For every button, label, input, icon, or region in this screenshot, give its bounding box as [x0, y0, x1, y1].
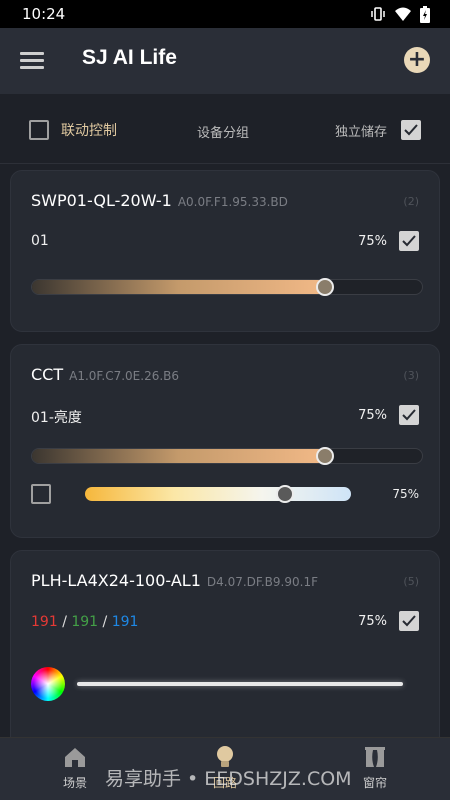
device-group-button[interactable]: 设备分组 — [197, 122, 249, 141]
home-icon — [65, 748, 85, 767]
device-title: CCT A1.0F.C7.0E.26.B6 — [31, 365, 179, 384]
device-index: (2) — [403, 195, 419, 208]
curtain-icon — [365, 747, 385, 767]
channel-percent: 75% — [358, 614, 387, 629]
channel-checkbox[interactable] — [399, 231, 419, 251]
rgb-blue-value: 191 — [111, 614, 139, 630]
rgb-red-value: 191 — [31, 614, 58, 630]
device-index: (3) — [403, 369, 419, 382]
device-title: SWP01-QL-20W-1 A0.0F.F1.95.33.BD — [31, 191, 288, 210]
device-name: PLH-LA4X24-100-AL1 — [31, 571, 201, 590]
device-title: PLH-LA4X24-100-AL1 D4.07.DF.B9.90.1F — [31, 571, 318, 590]
brightness-fill — [32, 449, 325, 463]
device-card: PLH-LA4X24-100-AL1 D4.07.DF.B9.90.1F (5) … — [10, 550, 440, 750]
device-name: SWP01-QL-20W-1 — [31, 191, 172, 210]
channel-checkbox[interactable] — [399, 611, 419, 631]
watermark-text: 易享助手 • EEDSHZJZ.COM — [105, 768, 352, 790]
options-bar: 联动控制 设备分组 独立储存 — [0, 94, 450, 164]
rgb-separator: / — [102, 614, 108, 630]
brightness-thumb[interactable] — [315, 447, 334, 465]
brightness-thumb[interactable] — [315, 278, 334, 296]
device-mac: D4.07.DF.B9.90.1F — [206, 575, 318, 589]
channel-label: 01 — [31, 233, 49, 249]
independent-save-label: 独立储存 — [334, 124, 387, 140]
brightness-slider[interactable] — [31, 447, 423, 465]
menu-icon[interactable] — [20, 52, 44, 70]
status-bar: 10:24 — [0, 0, 450, 28]
independent-save-option[interactable]: 独立储存 — [335, 120, 421, 140]
color-temperature-slider[interactable] — [85, 485, 351, 503]
color-temperature-thumb[interactable] — [275, 485, 294, 503]
color-temperature-percent: 75% — [392, 487, 419, 501]
device-mac: A0.0F.F1.95.33.BD — [177, 195, 288, 209]
device-name: CCT — [31, 365, 64, 384]
rgb-values: 191 / 191 / 191 — [31, 614, 138, 630]
wifi-icon — [395, 7, 411, 21]
vibrate-icon — [371, 7, 385, 21]
battery-icon — [420, 5, 430, 23]
nav-curtain-label: 窗帘 — [362, 776, 387, 790]
cct-checkbox[interactable] — [31, 484, 51, 504]
device-card: SWP01-QL-20W-1 A0.0F.F1.95.33.BD (2) 01 7… — [10, 170, 440, 332]
linked-control-checkbox[interactable] — [29, 120, 49, 140]
color-wheel-icon[interactable] — [31, 667, 65, 701]
channel-label: 01-亮度 — [31, 410, 82, 426]
independent-save-checkbox[interactable] — [401, 120, 421, 140]
nav-scene[interactable]: 场景 — [45, 744, 105, 791]
channel-percent: 75% — [358, 408, 387, 423]
status-icons — [370, 5, 430, 23]
device-mac: A1.0F.C7.0E.26.B6 — [69, 369, 180, 383]
app-bar: SJ AI Life + — [0, 28, 450, 94]
rgb-separator: / — [62, 614, 67, 630]
brightness-fill — [32, 280, 325, 294]
add-icon[interactable]: + — [404, 47, 430, 73]
device-index: (5) — [403, 575, 419, 588]
status-time: 10:24 — [22, 5, 66, 23]
rgb-green-value: 191 — [71, 614, 99, 630]
brightness-slider[interactable] — [31, 278, 423, 296]
device-card: CCT A1.0F.C7.0E.26.B6 (3) 01-亮度 75% 75% — [10, 344, 440, 538]
channel-checkbox[interactable] — [399, 405, 419, 425]
linked-control-label: 联动控制 — [61, 123, 117, 139]
nav-scene-label: 场景 — [62, 776, 87, 790]
app-title: SJ AI Life — [82, 46, 177, 69]
linked-control-option[interactable]: 联动控制 — [29, 120, 117, 140]
nav-curtain[interactable]: 窗帘 — [345, 744, 405, 791]
brightness-line-slider[interactable] — [77, 682, 403, 686]
channel-percent: 75% — [358, 234, 387, 249]
